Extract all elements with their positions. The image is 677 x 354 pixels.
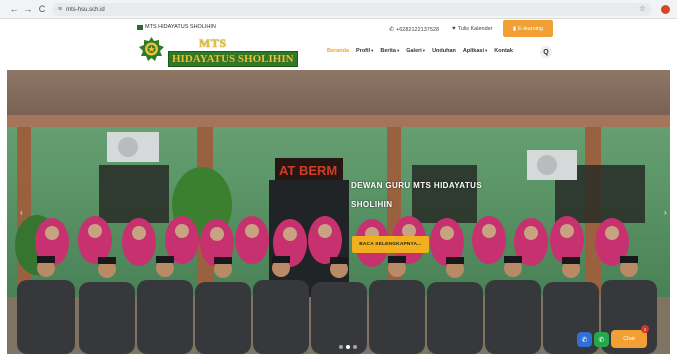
slider-dot[interactable] <box>353 345 357 349</box>
brand-name-line2[interactable]: HIDAYATUS SHOLIHIN <box>168 51 298 67</box>
url-text[interactable]: mts-hsu.sch.id <box>66 7 105 13</box>
address-bar[interactable]: ≡ mts-hsu.sch.id ☆ <box>52 3 652 16</box>
slider-dot[interactable] <box>339 345 343 349</box>
nav-item-label: Kontak <box>494 48 513 54</box>
nav-item-galeri[interactable]: Galeri▾ <box>406 48 425 54</box>
main-nav: Beranda Profil▾ Berita▾ Galeri▾ Unduhan Aplik… <box>327 48 520 54</box>
chevron-down-icon: ▾ <box>422 48 426 53</box>
chat-badge: 1 <box>641 325 649 333</box>
search-icon: Q <box>543 48 549 56</box>
header-phone[interactable]: ✆ +6282122137528 <box>389 26 440 34</box>
forward-icon[interactable]: → <box>22 3 34 15</box>
elearning-label: E-learning <box>517 25 544 32</box>
brand-name-line1[interactable]: MTS <box>199 36 227 51</box>
small-brand: MTS HIDAYATUS SHOLIHIN <box>137 24 216 30</box>
brand-flag-icon <box>137 24 143 30</box>
elearning-icon: ▮ <box>512 25 516 32</box>
floating-phone-button[interactable]: ✆ <box>577 332 592 347</box>
phone-number: +6282122137528 <box>396 26 440 33</box>
slider-dots <box>339 345 357 349</box>
hero-photo: AT BERM <box>7 70 670 354</box>
whatsapp-icon: ✆ <box>598 336 605 344</box>
elearning-button[interactable]: ▮ E-learning <box>503 20 553 37</box>
nav-item-berita[interactable]: Berita▾ <box>380 48 399 54</box>
nav-item-profil[interactable]: Profil▾ <box>356 48 373 54</box>
hero-title: DEWAN GURU MTS HIDAYATUS SHOLIHIN <box>351 181 483 209</box>
site-settings-icon[interactable]: ≡ <box>58 6 62 13</box>
phone-icon: ✆ <box>581 336 588 344</box>
nav-item-label: Beranda <box>327 48 350 54</box>
chevron-down-icon: ▾ <box>485 48 488 53</box>
slider-prev-icon[interactable]: ‹ <box>20 208 23 217</box>
reload-icon[interactable]: C <box>36 3 48 15</box>
bookmark-star-icon[interactable]: ☆ <box>639 4 646 13</box>
header-calendar-link[interactable]: ♥ Tulis Kalender <box>452 26 493 32</box>
nav-item-label: Galeri <box>406 48 422 54</box>
nav-item-beranda[interactable]: Beranda <box>327 48 349 54</box>
profile-avatar[interactable] <box>661 5 670 14</box>
site-header: MTS HIDAYATUS SHOLIHIN MTS HIDAYATUS SHO… <box>0 19 677 70</box>
nav-item-kontak[interactable]: Kontak <box>494 48 513 54</box>
school-logo-icon[interactable] <box>139 37 164 61</box>
floating-chat-button[interactable]: Chat <box>611 330 647 348</box>
search-button[interactable]: Q <box>540 46 552 58</box>
nav-item-label: Aplikasi <box>462 48 484 54</box>
nav-item-aplikasi[interactable]: Aplikasi▾ <box>463 48 487 54</box>
chevron-down-icon: ▾ <box>396 48 400 53</box>
nav-item-unduhan[interactable]: Unduhan <box>432 48 456 54</box>
phone-icon: ✆ <box>389 27 395 33</box>
chevron-down-icon: ▾ <box>371 48 374 53</box>
small-brand-text: MTS HIDAYATUS SHOLIHIN <box>145 24 216 30</box>
back-icon[interactable]: ← <box>8 3 20 15</box>
slider-next-icon[interactable]: › <box>664 208 667 217</box>
browser-toolbar: ← → C ≡ mts-hsu.sch.id ☆ <box>0 0 677 19</box>
heart-icon: ♥ <box>452 26 456 32</box>
read-more-button[interactable]: BACA SELENGKAPNYA... <box>352 236 429 253</box>
nav-item-label: Profil <box>356 48 371 54</box>
nav-item-label: Berita <box>380 48 396 54</box>
hero-slider: AT BERM DEWAN GURU MTS HIDAYATUS SHOLIHI… <box>7 70 670 354</box>
nav-item-label: Unduhan <box>432 48 456 54</box>
slider-dot[interactable] <box>346 345 350 349</box>
floating-whatsapp-button[interactable]: ✆ <box>594 332 609 347</box>
calendar-label: Tulis Kalender <box>457 26 493 32</box>
